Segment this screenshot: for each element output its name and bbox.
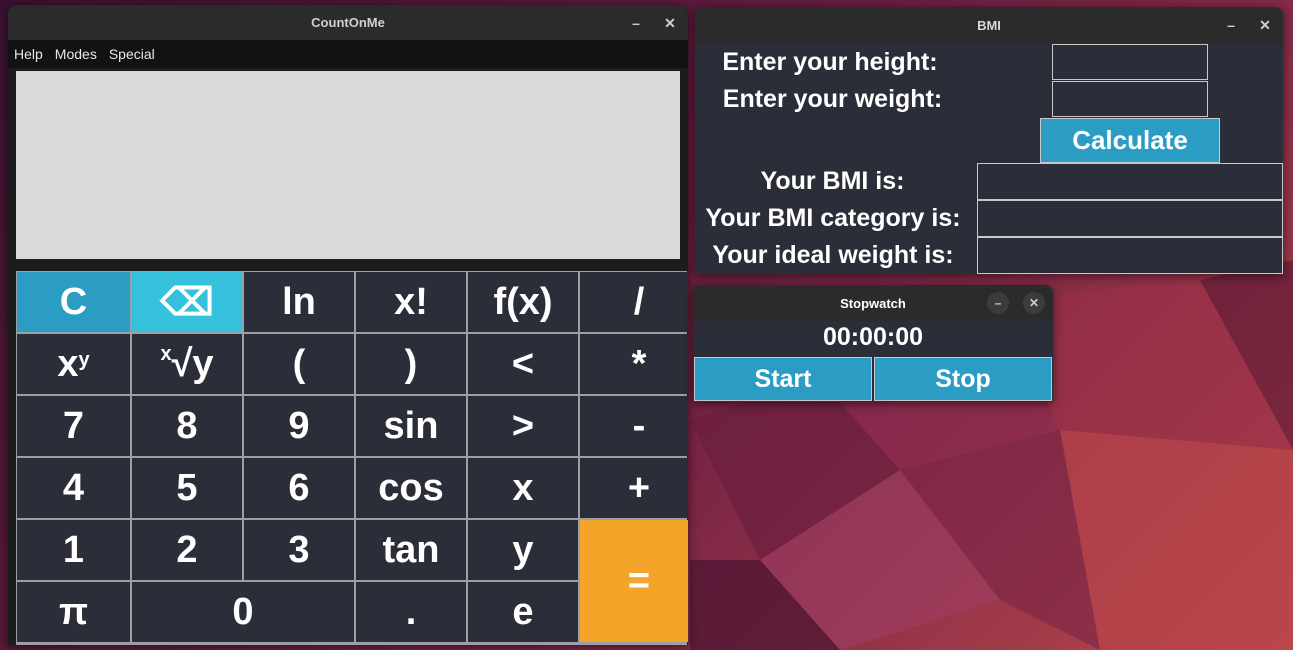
multiply-button[interactable]: * — [580, 334, 688, 394]
ideal-weight-label: Your ideal weight is: — [712, 241, 954, 269]
calculator-window: CountOnMe – ✕ Help Modes Special C ⌫ ln … — [8, 5, 688, 645]
calculator-titlebar[interactable]: CountOnMe – ✕ — [8, 5, 688, 40]
left-paren-button[interactable]: ( — [244, 334, 354, 394]
ln-button[interactable]: ln — [244, 272, 354, 332]
clear-button[interactable]: C — [17, 272, 130, 332]
weight-input[interactable] — [1052, 81, 1208, 117]
digit-9-button[interactable]: 9 — [244, 396, 354, 456]
root-body: √y — [171, 342, 214, 385]
backspace-button[interactable]: ⌫ — [132, 272, 242, 332]
digit-5-button[interactable]: 5 — [132, 458, 242, 518]
minimize-button[interactable]: – — [987, 292, 1009, 314]
menu-help[interactable]: Help — [14, 46, 49, 62]
close-button[interactable]: ✕ — [660, 16, 680, 30]
height-input[interactable] — [1052, 44, 1208, 80]
window-title: Stopwatch — [840, 295, 906, 311]
sin-button[interactable]: sin — [356, 396, 466, 456]
power-exponent: y — [78, 348, 90, 371]
menu-modes[interactable]: Modes — [55, 46, 103, 62]
weight-label: Enter your weight: — [722, 85, 943, 113]
function-button[interactable]: f(x) — [468, 272, 578, 332]
ideal-weight-field — [977, 237, 1283, 274]
close-button[interactable]: ✕ — [1255, 18, 1275, 32]
plus-button[interactable]: + — [580, 458, 688, 518]
start-button[interactable]: Start — [694, 357, 872, 401]
digit-1-button[interactable]: 1 — [17, 520, 130, 580]
minus-button[interactable]: - — [580, 396, 688, 456]
x-variable-button[interactable]: x — [468, 458, 578, 518]
minimize-button[interactable]: – — [1221, 18, 1241, 32]
factorial-button[interactable]: x! — [356, 272, 466, 332]
keypad: C ⌫ ln x! f(x) / xy x √y ( ) < * 7 8 9 si… — [16, 271, 688, 645]
equals-button[interactable]: = — [580, 520, 688, 642]
window-title: CountOnMe — [311, 15, 385, 30]
power-base: x — [57, 342, 79, 385]
pi-button[interactable]: π — [17, 582, 130, 642]
stopwatch-time: 00:00:00 — [822, 323, 924, 351]
root-index: x — [160, 342, 172, 365]
digit-2-button[interactable]: 2 — [132, 520, 242, 580]
stopwatch-window: Stopwatch – ✕ 00:00:00 Start Stop — [693, 285, 1053, 402]
less-than-button[interactable]: < — [468, 334, 578, 394]
decimal-button[interactable]: . — [356, 582, 466, 642]
window-title: BMI — [977, 17, 1001, 33]
digit-8-button[interactable]: 8 — [132, 396, 242, 456]
bmi-result-label: Your BMI is: — [760, 167, 905, 195]
power-button[interactable]: xy — [17, 334, 130, 394]
bmi-category-label: Your BMI category is: — [705, 204, 961, 232]
bmi-result-field — [977, 163, 1283, 200]
height-label: Enter your height: — [722, 48, 938, 76]
root-button[interactable]: x √y — [132, 334, 242, 394]
digit-7-button[interactable]: 7 — [17, 396, 130, 456]
bmi-category-field — [977, 200, 1283, 237]
stopwatch-titlebar[interactable]: Stopwatch – ✕ — [693, 285, 1053, 321]
y-variable-button[interactable]: y — [468, 520, 578, 580]
digit-3-button[interactable]: 3 — [244, 520, 354, 580]
menu-bar: Help Modes Special — [8, 40, 688, 68]
bmi-window: BMI – ✕ Enter your height: Enter your we… — [695, 7, 1283, 274]
right-paren-button[interactable]: ) — [356, 334, 466, 394]
digit-6-button[interactable]: 6 — [244, 458, 354, 518]
cos-button[interactable]: cos — [356, 458, 466, 518]
stop-button[interactable]: Stop — [874, 357, 1052, 401]
calculator-display[interactable] — [16, 71, 680, 259]
minimize-button[interactable]: – — [626, 16, 646, 30]
digit-4-button[interactable]: 4 — [17, 458, 130, 518]
euler-button[interactable]: e — [468, 582, 578, 642]
digit-0-button[interactable]: 0 — [132, 582, 354, 642]
calculate-button[interactable]: Calculate — [1040, 118, 1220, 163]
divide-button[interactable]: / — [580, 272, 688, 332]
close-button[interactable]: ✕ — [1023, 292, 1045, 314]
greater-than-button[interactable]: > — [468, 396, 578, 456]
menu-special[interactable]: Special — [109, 46, 161, 62]
tan-button[interactable]: tan — [356, 520, 466, 580]
bmi-titlebar[interactable]: BMI – ✕ — [695, 7, 1283, 43]
